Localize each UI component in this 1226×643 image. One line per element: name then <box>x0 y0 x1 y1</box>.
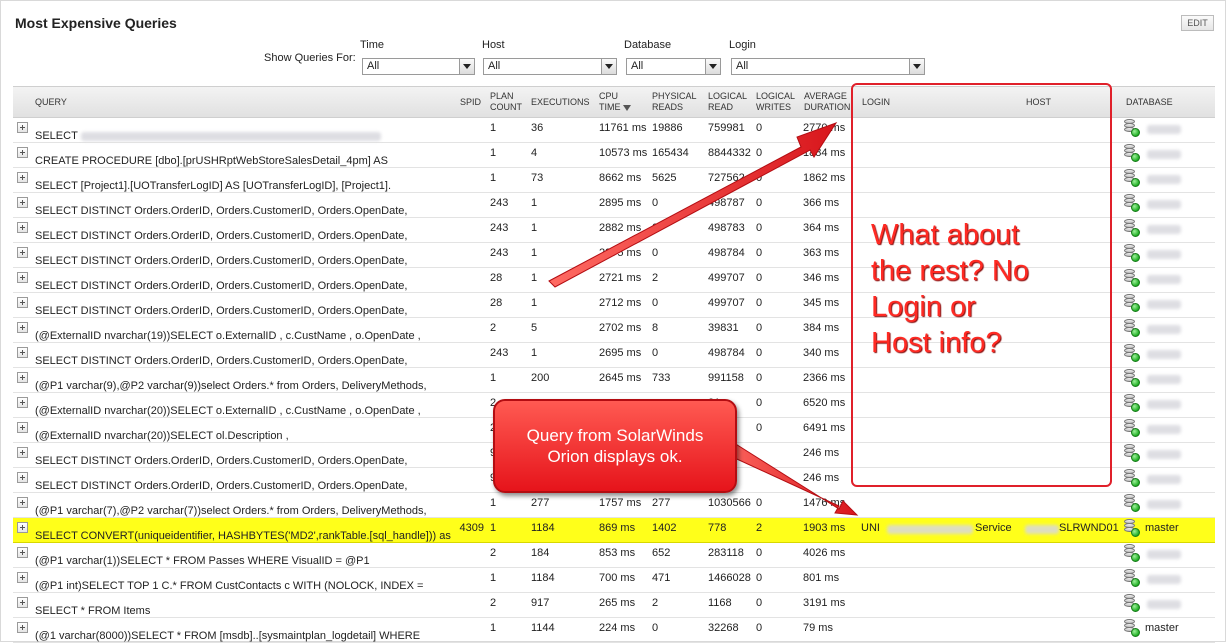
callout-line: What about <box>871 219 1020 251</box>
annotation-arrows <box>548 122 859 516</box>
callout-line: Login or <box>871 291 976 323</box>
callout-line: Host info? <box>871 327 1002 359</box>
callout-line: the rest? No <box>871 255 1029 287</box>
callout-text: What about the rest? No Login or Host in… <box>871 217 1029 361</box>
bubble-line: Query from SolarWinds <box>526 426 704 445</box>
most-expensive-queries-panel: Most Expensive Queries EDIT Show Queries… <box>0 0 1226 643</box>
solarwinds-note-bubble: Query from SolarWinds Orion displays ok. <box>493 399 737 493</box>
arrow-to-login-column <box>548 122 838 288</box>
bubble-line: Orion displays ok. <box>547 447 683 466</box>
